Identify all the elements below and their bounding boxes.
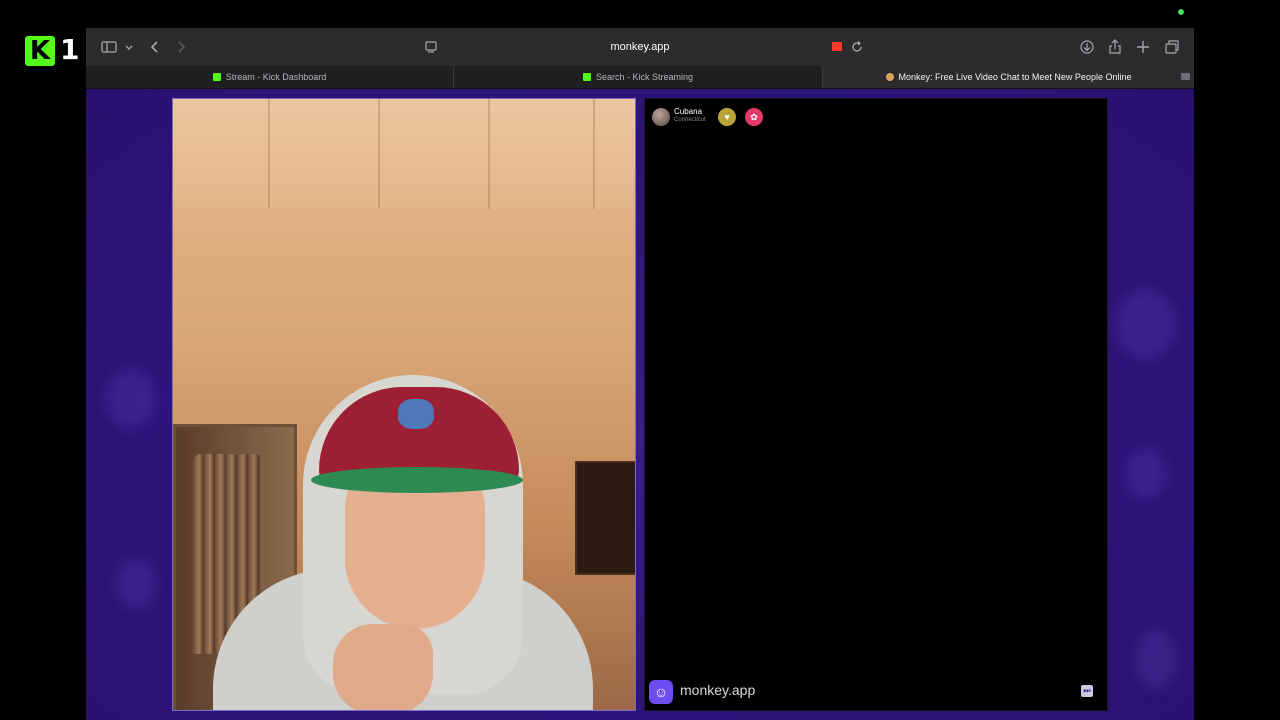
skip-icon[interactable]: ⏭ <box>1081 685 1093 697</box>
kick-icon <box>582 72 591 81</box>
tab-monkey[interactable]: Monkey: Free Live Video Chat to Meet New… <box>823 66 1194 88</box>
ceiling-beam <box>488 99 490 209</box>
back-icon[interactable] <box>146 38 164 56</box>
background-blob <box>1126 449 1166 499</box>
ceiling-beam <box>378 99 380 209</box>
forward-icon[interactable] <box>172 38 190 56</box>
partner-name: Cubana <box>674 107 703 116</box>
tab-bar: Stream - Kick Dashboard Search - Kick St… <box>86 66 1194 89</box>
monkey-icon <box>885 72 894 81</box>
live-indicator-icon <box>1178 9 1184 15</box>
partner-location: Connecticut <box>674 117 706 123</box>
background-blob <box>116 559 156 609</box>
background-blob <box>1116 289 1176 359</box>
share-icon[interactable] <box>1106 38 1124 56</box>
tab-overview-icon[interactable] <box>1163 38 1181 56</box>
tab-label: Monkey: Free Live Video Chat to Meet New… <box>898 72 1132 82</box>
browser-window: monkey.app Stream - Kick Dashboard Searc… <box>86 28 1194 720</box>
browser-toolbar: monkey.app <box>86 28 1194 66</box>
cap-logo <box>398 399 434 429</box>
kick-logo-letter: K <box>29 36 51 66</box>
person-hand <box>333 624 433 710</box>
address-url: monkey.app <box>610 41 670 53</box>
camera-icon[interactable] <box>832 42 842 51</box>
chevron-down-icon[interactable] <box>120 38 133 56</box>
avatar[interactable] <box>652 108 670 126</box>
new-tab-icon[interactable] <box>1134 38 1152 56</box>
cap-brim <box>311 467 523 493</box>
kick-logo-icon: K <box>25 36 55 66</box>
wall-picture <box>575 461 635 575</box>
viewer-count: 1 <box>60 33 80 66</box>
download-icon[interactable] <box>1078 38 1096 56</box>
ceiling-beam <box>593 99 595 209</box>
background-blob <box>1136 629 1176 689</box>
camera-icon <box>1181 73 1190 80</box>
tab-label: Stream - Kick Dashboard <box>225 72 327 82</box>
sidebar-icon[interactable] <box>100 38 118 56</box>
background-blob <box>106 369 156 429</box>
reload-icon[interactable] <box>848 38 866 56</box>
brand-text: monkey.app <box>680 682 756 698</box>
self-video <box>172 98 636 711</box>
tab-kick-search[interactable]: Search - Kick Streaming <box>454 66 823 88</box>
gift-icon[interactable]: ✿ <box>745 108 763 126</box>
partner-video: Cubana Connecticut ♥ ✿ ☺ monkey.app ⏭ <box>644 98 1108 711</box>
tab-kick-dashboard[interactable]: Stream - Kick Dashboard <box>86 66 454 88</box>
address-bar[interactable]: monkey.app <box>416 35 864 59</box>
ceiling-beam <box>268 99 270 209</box>
tab-label: Search - Kick Streaming <box>595 72 694 82</box>
heart-icon[interactable]: ♥ <box>718 108 736 126</box>
monkey-icon: ☺ <box>649 680 673 704</box>
monkey-page: Cubana Connecticut ♥ ✿ ☺ monkey.app ⏭ <box>86 89 1194 720</box>
kick-icon <box>212 72 221 81</box>
ceiling <box>173 99 635 209</box>
